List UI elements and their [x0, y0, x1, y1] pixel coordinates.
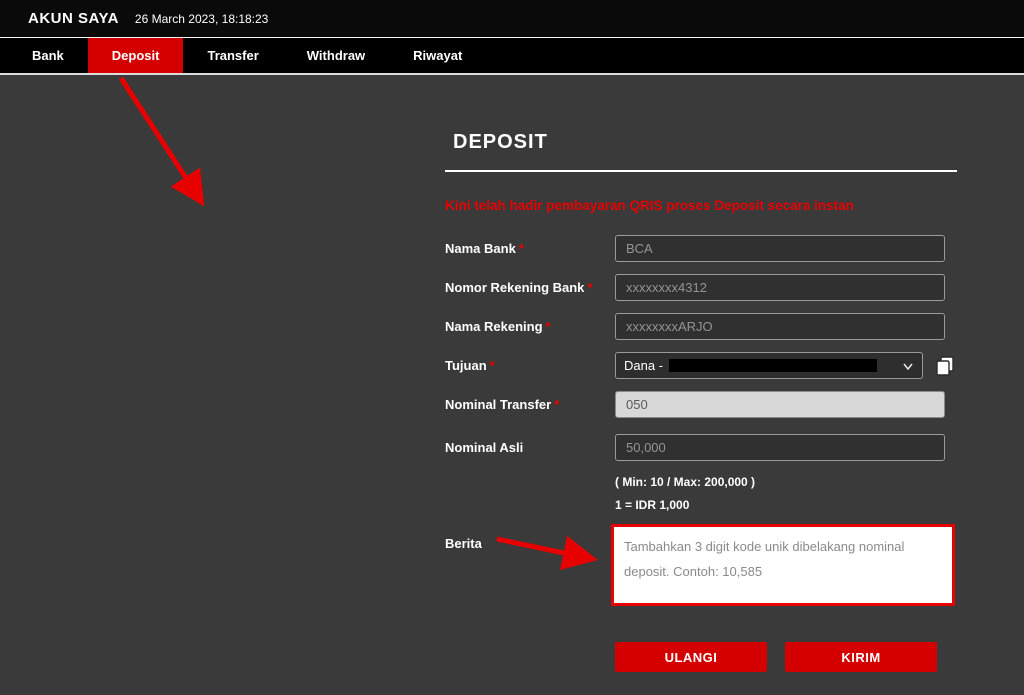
redaction-bar [669, 359, 877, 372]
field-row-nama-rekening: Nama Rekening* [445, 313, 957, 340]
field-label: Nominal Asli [445, 440, 615, 455]
required-marker: * [587, 280, 592, 295]
nav-item-bank[interactable]: Bank [8, 38, 88, 73]
field-row-nomor-rekening: Nomor Rekening Bank* [445, 274, 957, 301]
required-marker: * [519, 241, 524, 256]
nav-item-label: Riwayat [413, 48, 462, 63]
submit-button[interactable]: KIRIM [785, 642, 937, 672]
annotation-box-berita [611, 524, 955, 606]
qris-notice: Kini telah hadir pembayaran QRIS proses … [445, 198, 957, 213]
nav-item-label: Transfer [207, 48, 258, 63]
nominal-asli-input[interactable] [615, 434, 945, 461]
nama-rekening-input[interactable] [615, 313, 945, 340]
current-datetime: 26 March 2023, 18:18:23 [135, 12, 268, 26]
nav-item-label: Deposit [112, 48, 160, 63]
field-label: Nama Rekening* [445, 319, 615, 334]
field-label: Tujuan* [445, 358, 615, 373]
deposit-form: DEPOSIT Kini telah hadir pembayaran QRIS… [445, 131, 957, 672]
tujuan-selected-value: Dana - [624, 358, 663, 373]
min-max-hint: ( Min: 10 / Max: 200,000 ) [615, 475, 957, 489]
main-content: DEPOSIT Kini telah hadir pembayaran QRIS… [0, 75, 1024, 693]
chevron-down-icon [902, 360, 914, 375]
nav-item-withdraw[interactable]: Withdraw [283, 38, 389, 73]
required-marker: * [490, 358, 495, 373]
nav-item-riwayat[interactable]: Riwayat [389, 38, 486, 73]
hints-block: ( Min: 10 / Max: 200,000 ) 1 = IDR 1,000 [615, 475, 957, 512]
field-label: Nominal Transfer* [445, 397, 615, 412]
nav-item-deposit[interactable]: Deposit [88, 38, 184, 73]
app-title: AKUN SAYA [28, 10, 119, 27]
field-row-berita: Berita [445, 524, 957, 606]
nav-item-transfer[interactable]: Transfer [183, 38, 282, 73]
field-label: Berita [445, 524, 615, 551]
copy-icon[interactable] [933, 354, 957, 378]
field-row-nominal-asli: Nominal Asli [445, 434, 957, 461]
nav-item-label: Bank [32, 48, 64, 63]
rate-hint: 1 = IDR 1,000 [615, 498, 957, 512]
nomor-rekening-input[interactable] [615, 274, 945, 301]
required-marker: * [546, 319, 551, 334]
field-row-tujuan: Tujuan* Dana - [445, 352, 957, 379]
reset-button[interactable]: ULANGI [615, 642, 767, 672]
top-bar: AKUN SAYA 26 March 2023, 18:18:23 [0, 0, 1024, 38]
berita-textarea[interactable] [614, 527, 952, 603]
field-row-nominal-transfer: Nominal Transfer* [445, 391, 957, 418]
tujuan-select[interactable]: Dana - [615, 352, 923, 379]
nama-bank-input[interactable] [615, 235, 945, 262]
main-nav: Bank Deposit Transfer Withdraw Riwayat [0, 38, 1024, 75]
field-row-nama-bank: Nama Bank* [445, 235, 957, 262]
form-actions: ULANGI KIRIM [615, 642, 957, 672]
required-marker: * [554, 397, 559, 412]
nav-item-label: Withdraw [307, 48, 365, 63]
field-label: Nomor Rekening Bank* [445, 280, 615, 295]
field-label: Nama Bank* [445, 241, 615, 256]
nominal-transfer-input[interactable] [615, 391, 945, 418]
page-title: DEPOSIT [445, 131, 957, 172]
